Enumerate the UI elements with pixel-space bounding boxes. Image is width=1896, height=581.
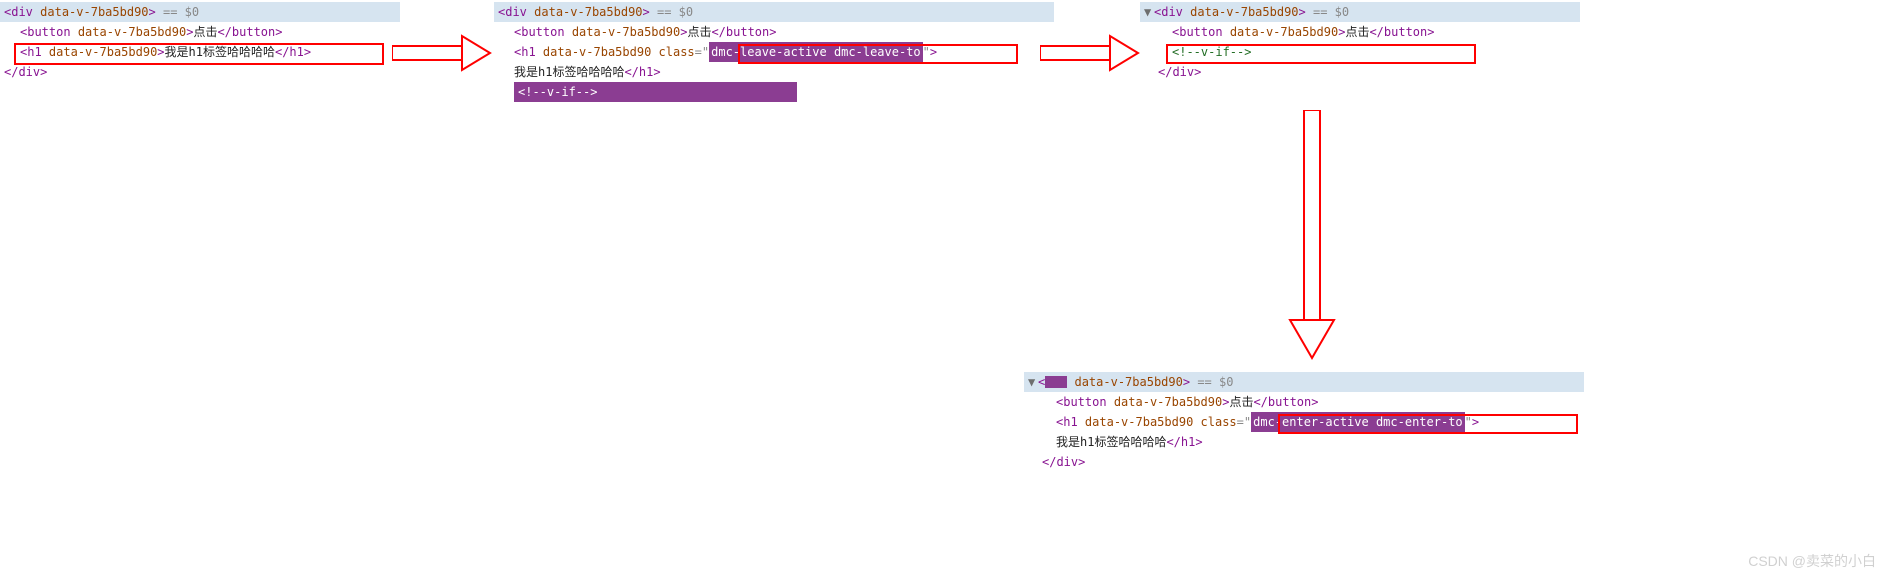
flow-arrow-right-2 bbox=[1040, 28, 1140, 78]
h1-text: 我是h1标签哈哈哈哈 bbox=[165, 42, 275, 62]
dom-panel-4: ▼ < data-v-7ba5bd90> == $0 <button data-… bbox=[1024, 372, 1584, 472]
selected-tag-highlight bbox=[1045, 376, 1067, 388]
h1-open-line[interactable]: <h1 data-v-7ba5bd90 class="dmc-leave-act… bbox=[494, 42, 1054, 62]
flow-arrow-right-1 bbox=[392, 28, 492, 78]
dollar-zero: == $0 bbox=[163, 2, 199, 22]
scoped-attr: data-v-7ba5bd90 bbox=[40, 2, 148, 22]
h1-open-line[interactable]: <h1 data-v-7ba5bd90 class="dmc-enter-act… bbox=[1024, 412, 1584, 432]
dom-panel-2: <div data-v-7ba5bd90> == $0 <button data… bbox=[494, 2, 1054, 102]
button-line[interactable]: <button data-v-7ba5bd90>点击</button> bbox=[494, 22, 1054, 42]
button-line[interactable]: <button data-v-7ba5bd90>点击</button> bbox=[1024, 392, 1584, 412]
div-close-line[interactable]: </div> bbox=[1140, 62, 1580, 82]
div-open-line[interactable]: <div data-v-7ba5bd90> == $0 bbox=[494, 2, 1054, 22]
transition-leave-classes: dmc-leave-active dmc-leave-to bbox=[709, 42, 923, 62]
button-text: 点击 bbox=[193, 22, 217, 42]
div-open-line[interactable]: <div data-v-7ba5bd90> == $0 bbox=[0, 2, 400, 22]
h1-text-line[interactable]: 我是h1标签哈哈哈哈</h1> bbox=[494, 62, 1054, 82]
button-line[interactable]: <button data-v-7ba5bd90>点击</button> bbox=[1140, 22, 1580, 42]
dom-panel-1: <div data-v-7ba5bd90> == $0 <button data… bbox=[0, 2, 400, 82]
div-close-line[interactable]: </div> bbox=[0, 62, 400, 82]
div-open-line[interactable]: ▼ < data-v-7ba5bd90> == $0 bbox=[1024, 372, 1584, 392]
dom-panel-3: ▼ <div data-v-7ba5bd90> == $0 <button da… bbox=[1140, 2, 1580, 82]
button-line[interactable]: <button data-v-7ba5bd90>点击</button> bbox=[0, 22, 400, 42]
class-attr: class bbox=[659, 42, 695, 62]
expand-toggle-icon[interactable]: ▼ bbox=[1028, 372, 1038, 392]
vif-comment: <!--v-if--> bbox=[1172, 42, 1251, 62]
h1-text-line[interactable]: 我是h1标签哈哈哈哈</h1> bbox=[1024, 432, 1584, 452]
transition-enter-classes: dmc-enter-active dmc-enter-to bbox=[1251, 412, 1465, 432]
tag-h1: h1 bbox=[27, 42, 41, 62]
watermark: CSDN @卖菜的小白 bbox=[1748, 551, 1876, 571]
div-open-line[interactable]: ▼ <div data-v-7ba5bd90> == $0 bbox=[1140, 2, 1580, 22]
h1-line[interactable]: <h1 data-v-7ba5bd90>我是h1标签哈哈哈哈</h1> bbox=[0, 42, 400, 62]
vif-comment-line[interactable]: <!--v-if--> bbox=[1140, 42, 1580, 62]
tag-div: div bbox=[11, 2, 33, 22]
vif-comment-line[interactable]: <!--v-if--> bbox=[494, 82, 1054, 102]
expand-toggle-icon[interactable]: ▼ bbox=[1144, 2, 1154, 22]
div-close-line[interactable]: </div> bbox=[1024, 452, 1584, 472]
tag-button: button bbox=[27, 22, 70, 42]
vif-comment: <!--v-if--> bbox=[518, 85, 597, 99]
flow-arrow-down bbox=[1282, 110, 1342, 360]
